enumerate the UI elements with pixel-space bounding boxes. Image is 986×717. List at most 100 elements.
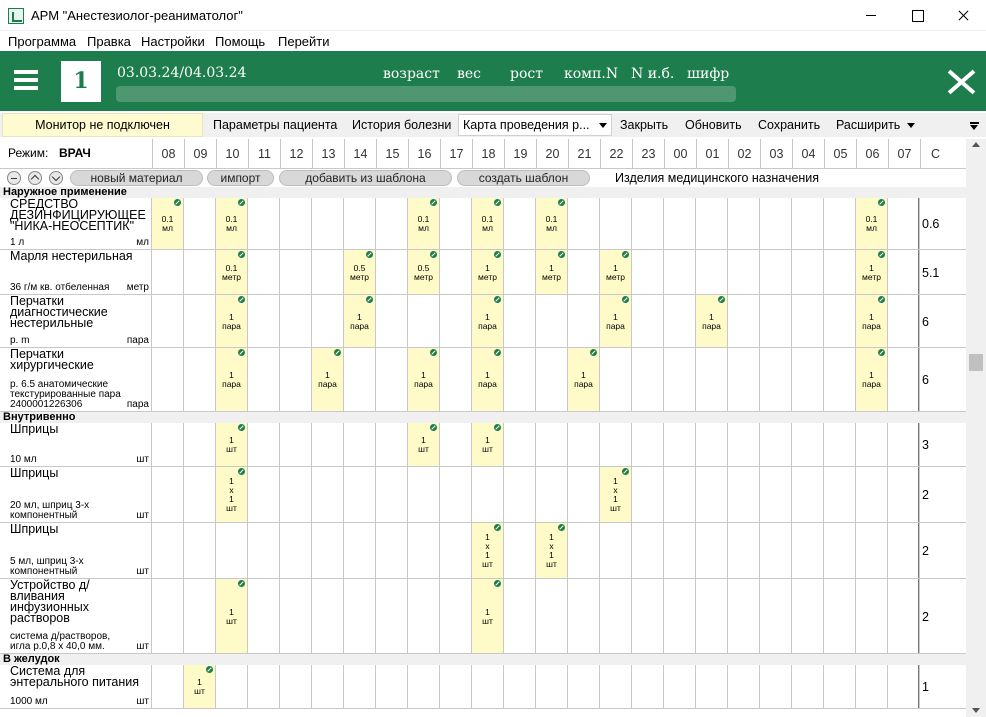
dose-cell[interactable]: 1 пара (344, 295, 375, 347)
dose-cell[interactable]: 1 пара (856, 348, 887, 411)
material-row[interactable]: 1 шт Система для энтерального питания 1000… (0, 665, 966, 709)
material-label[interactable]: Шприцы 5 мл, шприц 3-х компонентный шт (0, 523, 152, 578)
history-button[interactable]: История болезни (352, 118, 451, 132)
scroll-thumb[interactable] (969, 354, 983, 371)
material-row[interactable]: 1 пара 1 пара 1 пара 1 пара 1 пара 1 пара Перч… (0, 295, 966, 348)
collapse-icon[interactable] (7, 171, 21, 185)
patient-params-button[interactable]: Параметры пациента (213, 118, 337, 132)
minimize-button[interactable] (848, 0, 894, 31)
grid-line (791, 423, 792, 466)
scroll-down-icon[interactable] (972, 708, 980, 713)
material-label[interactable]: Марля нестерильная 36 г/м кв. отбеленная м… (0, 250, 152, 294)
material-row[interactable]: 1 х 1 шт 1 х 1 шт Шприцы 20 мл, шприц 3-х к… (0, 467, 966, 523)
hour-column-header: 20 (536, 139, 568, 169)
dose-cell[interactable]: 1 пара (216, 348, 247, 411)
material-label[interactable]: Система для энтерального питания 1000 мл ш… (0, 665, 152, 708)
dose-cell[interactable]: 0.1 мл (536, 198, 567, 249)
new-material-button[interactable]: новый материал (70, 170, 203, 186)
dose-cell[interactable]: 1 пара (216, 295, 247, 347)
grid-line (855, 523, 856, 578)
create-template-button[interactable]: создать шаблон (457, 170, 590, 186)
material-label[interactable]: Устройство д/вливания инфузионных раство… (0, 579, 152, 653)
dose-text: 1 х 1 шт (546, 532, 557, 569)
dose-cell[interactable]: 0.1 мл (152, 198, 183, 249)
header-history-number-label: N и.б. (631, 66, 675, 82)
dose-cell[interactable]: 1 х 1 шт (536, 523, 567, 578)
grid-line (631, 295, 632, 347)
grid-line (343, 523, 344, 578)
close-patient-icon[interactable] (947, 70, 975, 94)
menu-edit[interactable]: Правка (87, 34, 131, 49)
dose-cell[interactable]: 1 метр (536, 250, 567, 294)
dose-cell[interactable]: 0.1 мл (216, 198, 247, 249)
refresh-button[interactable]: Обновить (685, 118, 742, 132)
menu-go[interactable]: Перейти (278, 34, 330, 49)
material-row[interactable]: 1 шт 1 шт Устройство д/вливания инфузионны… (0, 579, 966, 654)
dose-text: 0.1 мл (225, 214, 238, 233)
vertical-scrollbar[interactable] (966, 139, 986, 717)
dose-cell[interactable]: 1 пара (472, 295, 503, 347)
import-button[interactable]: импорт (207, 170, 274, 186)
material-label[interactable]: Шприцы 20 мл, шприц 3-х компонентный шт (0, 467, 152, 522)
scroll-up-icon[interactable] (972, 142, 980, 147)
material-row[interactable]: 1 х 1 шт 1 х 1 шт Шприцы 5 мл, шприц 3-х ко… (0, 523, 966, 579)
grid-line (855, 665, 856, 708)
grid-line (375, 523, 376, 578)
maximize-button[interactable] (894, 0, 940, 31)
close-button[interactable]: Закрыть (620, 118, 668, 132)
dose-cell[interactable]: 0.5 метр (344, 250, 375, 294)
grid-line (791, 579, 792, 653)
material-row[interactable]: 1 шт 1 шт 1 шт Шприцы 10 мл шт 3 (0, 423, 966, 467)
dose-cell[interactable]: 1 шт (216, 423, 247, 466)
dose-cell[interactable]: 0.5 метр (408, 250, 439, 294)
done-check-icon (366, 296, 373, 303)
grid-line (599, 523, 600, 578)
dose-cell[interactable]: 0.1 метр (216, 250, 247, 294)
material-row[interactable]: 1 пара 1 пара 1 пара 1 пара 1 пара 1 пара Перч… (0, 348, 966, 412)
menu-help[interactable]: Помощь (215, 34, 265, 49)
dose-cell[interactable]: 1 шт (184, 665, 215, 708)
menu-program[interactable]: Программа (8, 34, 76, 49)
dose-cell[interactable]: 1 шт (408, 423, 439, 466)
dose-cell[interactable]: 1 пара (472, 348, 503, 411)
dose-cell[interactable]: 1 шт (216, 579, 247, 653)
expand-chevron-icon[interactable] (907, 123, 915, 128)
dose-cell[interactable]: 1 пара (408, 348, 439, 411)
dose-cell[interactable]: 1 шт (472, 579, 503, 653)
dose-cell[interactable]: 1 метр (856, 250, 887, 294)
expand-button[interactable]: Расширить (836, 118, 900, 132)
chevron-down-icon[interactable] (49, 171, 63, 185)
chart-dropdown[interactable]: Карта проведения р... (458, 114, 612, 136)
toolbar-overflow-icon[interactable] (970, 122, 979, 130)
dose-cell[interactable]: 1 х 1 шт (216, 467, 247, 522)
material-label[interactable]: СРЕДСТВО ДЕЗИНФИЦИРУЮЩЕЕ "НИКА-НЕОСЕПТИК… (0, 198, 152, 249)
dose-cell[interactable]: 0.1 мл (472, 198, 503, 249)
material-row[interactable]: 0.1 метр 0.5 метр 0.5 метр 1 метр 1 метр 1 ме… (0, 250, 966, 295)
grid-line (503, 198, 504, 249)
grid-line (279, 579, 280, 653)
hamburger-menu-icon[interactable] (14, 70, 38, 90)
dose-cell[interactable]: 1 метр (600, 250, 631, 294)
grid-line (695, 348, 696, 411)
material-label[interactable]: Перчатки хирургические р. 6.5 анатомическ… (0, 348, 152, 411)
dose-cell[interactable]: 1 метр (472, 250, 503, 294)
menu-settings[interactable]: Настройки (141, 34, 205, 49)
dose-cell[interactable]: 1 пара (312, 348, 343, 411)
dose-cell[interactable]: 0.1 мл (856, 198, 887, 249)
dose-cell[interactable]: 1 пара (696, 295, 727, 347)
save-button[interactable]: Сохранить (758, 118, 820, 132)
dose-cell[interactable]: 1 шт (472, 423, 503, 466)
dose-cell[interactable]: 1 пара (856, 295, 887, 347)
dose-cell[interactable]: 1 х 1 шт (472, 523, 503, 578)
dose-cell[interactable]: 1 пара (568, 348, 599, 411)
dose-cell[interactable]: 1 х 1 шт (600, 467, 631, 522)
material-label[interactable]: Перчатки диагностические нестерильные р. … (0, 295, 152, 347)
add-from-template-button[interactable]: добавить из шаблона (279, 170, 452, 186)
material-label[interactable]: Шприцы 10 мл шт (0, 423, 152, 466)
chevron-up-icon[interactable] (28, 171, 42, 185)
dose-cell[interactable]: 0.1 мл (408, 198, 439, 249)
dose-cell[interactable]: 1 пара (600, 295, 631, 347)
grid-line (631, 198, 632, 249)
material-row[interactable]: 0.1 мл 0.1 мл 0.1 мл 0.1 мл 0.1 мл 0.1 мл СРЕД… (0, 198, 966, 250)
close-window-button[interactable] (940, 0, 986, 31)
